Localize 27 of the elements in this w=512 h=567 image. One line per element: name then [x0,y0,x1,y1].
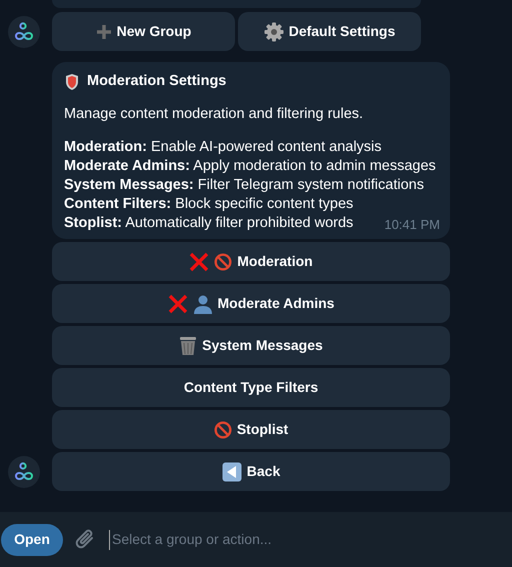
bot-avatar [8,16,40,48]
keyboard-button[interactable]: Default Settings [238,12,421,51]
no-entry-icon [214,420,232,438]
no-entry-icon [214,252,232,270]
keyboard-button[interactable]: Back [52,452,450,491]
keyboard-button[interactable]: Moderation [52,242,450,281]
message-title: Moderation Settings [87,72,226,91]
message-text: Manage content moderation and filtering rules. [64,105,364,124]
keyboard-button[interactable]: Stoplist [52,410,450,449]
message-text: Moderation: Enable AI-powered content analysis [64,138,382,157]
bot-avatar [8,456,40,488]
plus-icon [96,24,112,40]
shield-icon [64,72,80,90]
message-time: 10:41 PM [384,216,440,234]
keyboard-button[interactable]: Moderate Admins [52,284,450,323]
keyboard-button[interactable]: New Group [52,12,235,51]
back-icon [222,462,242,482]
trash-icon [179,336,198,356]
keyboard-button[interactable]: System Messages [52,326,450,365]
person-icon [192,294,213,314]
message-text: Stoplist: Automatically filter prohibited words [64,214,354,233]
keyboard-button[interactable]: Content Type Filters [52,368,450,407]
message-text: Moderate Admins: Apply moderation to admin messages [64,157,436,176]
message-input[interactable]: Select a group or action... [109,530,511,550]
message-text: System Messages: Filter Telegram system notifications [64,176,424,195]
open-button[interactable]: Open [1,524,63,556]
message-text: Content Filters: Block specific content types [64,195,354,214]
